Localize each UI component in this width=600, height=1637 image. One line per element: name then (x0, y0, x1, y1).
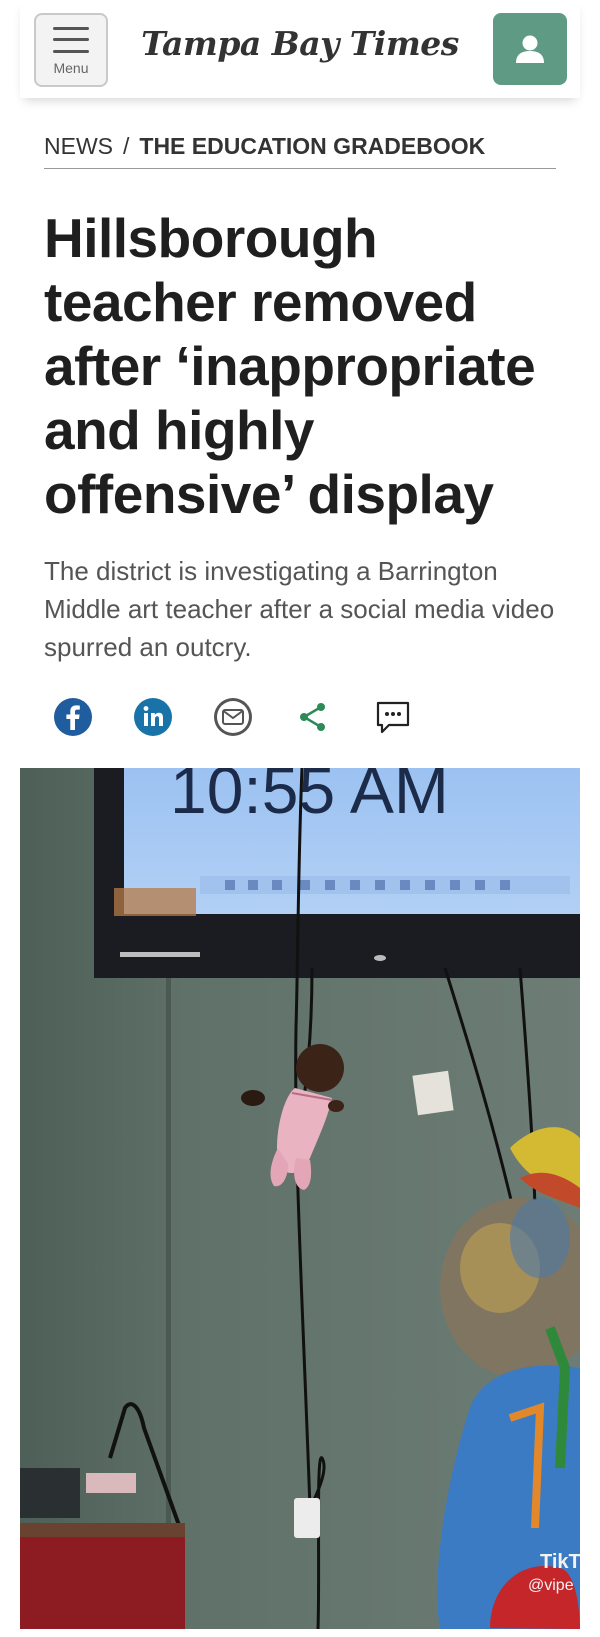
classroom-photo: 10:55 AM TikT @vipe (20, 768, 580, 1629)
watermark-text: TikT (540, 1551, 580, 1573)
hamburger-icon (53, 26, 89, 53)
linkedin-icon (134, 698, 172, 736)
share-icon (300, 703, 325, 731)
breadcrumb-separator: / (123, 133, 130, 159)
share-toolbar (50, 697, 470, 741)
facebook-share-button[interactable] (53, 697, 93, 737)
headline-line: and highly (44, 399, 315, 461)
account-button[interactable] (493, 13, 567, 85)
article-photo: 10:55 AM TikT @vipe (20, 768, 580, 1629)
headline-line: teacher removed (44, 271, 477, 333)
menu-label: Menu (53, 59, 89, 76)
headline-line: Hillsborough (44, 207, 378, 269)
user-icon (516, 35, 544, 63)
headline-line: offensive’ display (44, 463, 494, 525)
site-header: Menu Tampa Bay Times (20, 0, 580, 98)
menu-button[interactable]: Menu (34, 13, 108, 87)
comment-icon (376, 701, 410, 734)
breadcrumb: NEWS / THE EDUCATION GRADEBOOK (44, 133, 556, 169)
comments-button[interactable] (373, 697, 413, 737)
email-share-button[interactable] (213, 697, 253, 737)
site-logo[interactable]: Tampa Bay Times (130, 24, 470, 63)
share-button[interactable] (293, 697, 333, 737)
headline-line: after ‘inappropriate (44, 335, 536, 397)
tv-clock-text: 10:55 AM (170, 768, 449, 827)
article-dek: The district is investigating a Barringt… (44, 556, 555, 662)
email-icon (214, 698, 252, 736)
linkedin-share-button[interactable] (133, 697, 173, 737)
article-headline: Hillsborough teacher removed after ‘inap… (44, 206, 564, 526)
breadcrumb-news-link[interactable]: NEWS (44, 133, 113, 159)
facebook-icon (54, 698, 92, 736)
watermark-handle: @vipe (528, 1577, 574, 1594)
breadcrumb-section-link[interactable]: THE EDUCATION GRADEBOOK (139, 133, 485, 159)
